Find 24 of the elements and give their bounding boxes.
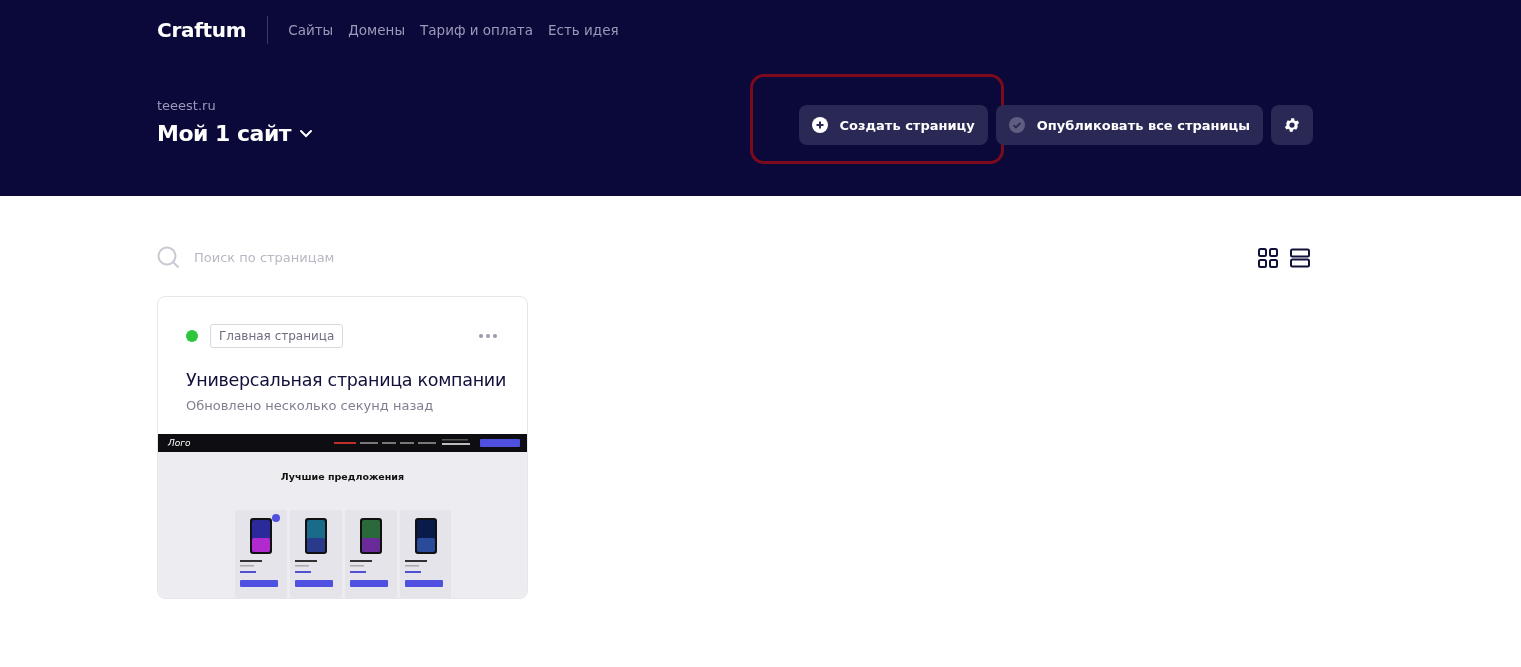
plus-circle-icon [811,117,828,133]
settings-button[interactable] [1271,105,1313,145]
updated-time: Обновлено несколько секунд назад [185,397,435,413]
nav-link[interactable]: Домены [348,22,406,38]
preview-logo: Лого [168,438,191,448]
settings-icon [1283,116,1301,134]
page-tag: Главная страница [210,324,344,348]
more-icon[interactable] [479,334,497,338]
page-card[interactable]: Главная страница Универсальная страница компании Обновлено несколько секунд назад Лого Лучшие предложения [157,296,528,599]
chevron-down-icon [299,128,314,138]
list-view-icon[interactable] [1290,247,1310,268]
preview-heading: Лучшие предложения [280,471,405,482]
nav-link[interactable]: Тариф и оплата [420,22,533,38]
logo[interactable]: Craftum [157,18,247,42]
publish-all-button[interactable]: Опубликовать все страницы [995,105,1263,145]
site-domain: teeest.ru [157,98,217,113]
check-circle-icon [1008,117,1025,133]
search-icon [157,246,180,269]
create-page-button[interactable]: Создать страницу [798,105,988,145]
nav-link[interactable]: Сайты [288,22,334,38]
site-selector[interactable]: Мой 1 сайт [157,117,314,149]
nav-link[interactable]: Есть идея [547,22,619,38]
page-title: Универсальная страница компании [185,369,507,390]
grid-view-icon[interactable] [1258,247,1278,268]
